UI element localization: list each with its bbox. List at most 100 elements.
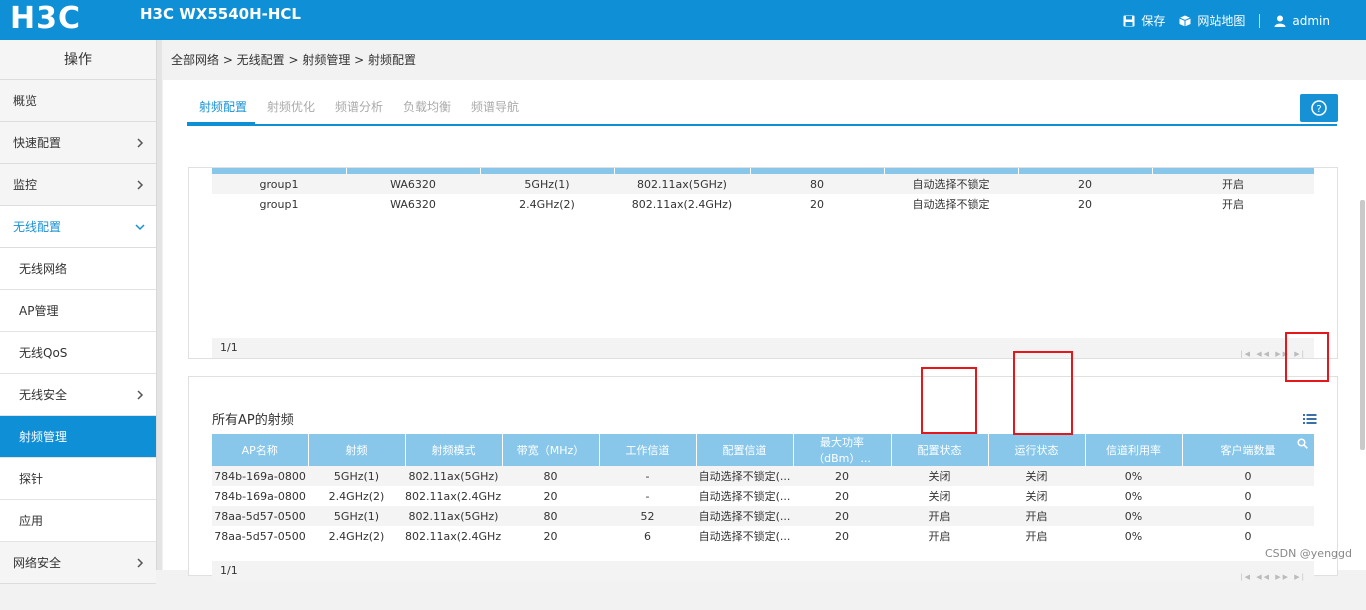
pager-nav-icons[interactable]: |◀ ◀◀ ▶▶ ▶| [1240,567,1306,587]
table-cell: 802.11ax(2.4GHz) [405,486,502,506]
sidebar-item-monitor[interactable]: 监控 [0,164,156,206]
sidebar-item-ap-management[interactable]: AP管理 [0,290,156,332]
user-menu[interactable]: admin [1274,14,1330,28]
list-icon[interactable] [1303,413,1317,425]
sidebar-item-quick-config[interactable]: 快速配置 [0,122,156,164]
sidebar-item-wireless-qos[interactable]: 无线QoS [0,332,156,374]
sidebar-item-probe[interactable]: 探针 [0,458,156,500]
save-button[interactable]: 保存 [1123,12,1165,29]
table-cell: 802.11ax(5GHz) [614,174,750,194]
table-row[interactable]: 78aa-5d57-05002.4GHz(2)802.11ax(2.4GHz) 2… [212,526,1314,546]
table-cell: 78aa-5d57-0500 [212,526,308,546]
sidebar-title: 操作 [0,40,156,80]
tab-bar: 射频配置 射频优化 频谱分析 负载均衡 频谱导航 [187,80,1337,126]
tab-load-balance[interactable]: 负载均衡 [403,98,451,115]
sidebar-scrollbar[interactable] [157,40,162,570]
scrollbar-thumb[interactable] [1360,200,1365,450]
watermark: CSDN @yenggd [1265,547,1352,560]
table-cell: 开启 [1152,174,1314,194]
table-cell: 802.11ax(5GHz) [405,466,502,486]
table-cell: 802.11ax(2.4GHz) [405,526,502,546]
tab-spectrum-analysis[interactable]: 频谱分析 [335,98,383,115]
sidebar-item-network-security[interactable]: 网络安全 [0,542,156,584]
device-name: H3C WX5540H-HCL [140,5,301,23]
table-cell: - [599,466,696,486]
main-content: 全部网络 > 无线配置 > 射频管理 > 射频配置 射频配置 射频优化 频谱分析… [163,40,1366,570]
table-cell: WA6320 [346,174,480,194]
sidebar-item-wireless-network[interactable]: 无线网络 [0,248,156,290]
table-row[interactable]: 784b-169a-08005GHz(1)802.11ax(5GHz)80-自动… [212,466,1314,486]
sidebar-item-overview[interactable]: 概览 [0,80,156,122]
sidebar-item-wireless-security[interactable]: 无线安全 [0,374,156,416]
sidebar-item-label: 应用 [19,514,43,528]
table-row[interactable]: group1WA63202.4GHz(2)802.11ax(2.4GHz)20自… [212,194,1314,214]
content-panel: 射频配置 射频优化 频谱分析 负载均衡 频谱导航 ? group1WA63205… [163,80,1366,570]
column-header[interactable]: 射频 [308,434,405,466]
table-cell: 20 [1018,174,1152,194]
sidebar-item-wireless-config[interactable]: 无线配置 [0,206,156,248]
table-cell: 自动选择不锁定(... [696,526,793,546]
page-scrollbar[interactable] [1359,160,1366,610]
sidebar: 操作 概览 快速配置 监控 无线配置 无线网络 AP管理 无线QoS 无线安全 … [0,40,157,570]
help-button[interactable]: ? [1300,94,1338,122]
table-cell: 0 [1182,526,1314,546]
table-cell: 关闭 [891,466,988,486]
table-cell: 自动选择不锁定(... [696,486,793,506]
column-header[interactable]: 射频模式 [405,434,502,466]
tab-radio-config[interactable]: 射频配置 [199,98,247,115]
table-cell: 自动选择不锁定(... [696,506,793,526]
all-ap-radio-box: 所有AP的射频 AP名称 射频 射频模式 带宽（MHz） 工作信道 配置信道 最… [188,376,1338,576]
table-cell: 20 [793,506,891,526]
table-cell: 关闭 [988,466,1085,486]
save-label: 保存 [1141,12,1165,29]
sidebar-item-application[interactable]: 应用 [0,500,156,542]
chevron-right-icon [134,557,146,569]
column-header[interactable]: 配置信道 [696,434,793,466]
tab-radio-optimize[interactable]: 射频优化 [267,98,315,115]
sidebar-item-label: AP管理 [19,304,58,318]
table-cell: 0% [1085,506,1182,526]
table-cell: 5GHz(1) [480,174,614,194]
sidebar-item-radio-management[interactable]: 射频管理 [0,416,156,458]
table-cell: 自动选择不锁定 [884,194,1018,214]
column-header[interactable]: 带宽（MHz） [502,434,599,466]
sidebar-item-label: 探针 [19,472,43,486]
column-header[interactable]: 配置状态 [891,434,988,466]
table-header-row: AP名称 射频 射频模式 带宽（MHz） 工作信道 配置信道 最大功率（dBm）… [212,434,1314,466]
sitemap-button[interactable]: 网站地图 [1179,12,1245,29]
table-cell: 开启 [891,506,988,526]
help-icon: ? [1300,94,1338,122]
table-row[interactable]: 78aa-5d57-05005GHz(1)802.11ax(5GHz)8052自… [212,506,1314,526]
column-header[interactable]: 客户端数量 [1182,434,1314,466]
sidebar-item-label: 无线配置 [13,220,61,234]
sidebar-item-label: 无线安全 [19,388,67,402]
group-radio-table: group1WA63205GHz(1)802.11ax(5GHz)80自动选择不… [212,168,1315,214]
column-header[interactable]: 工作信道 [599,434,696,466]
column-header[interactable]: 最大功率（dBm）... [793,434,891,466]
table-cell: group1 [212,194,346,214]
user-icon [1274,15,1286,27]
table-cell: 20 [793,526,891,546]
table-cell: 80 [502,506,599,526]
tab-spectrum-nav[interactable]: 频谱导航 [471,98,519,115]
column-header[interactable]: AP名称 [212,434,308,466]
sitemap-label: 网站地图 [1197,12,1245,29]
table-row[interactable]: 784b-169a-08002.4GHz(2)802.11ax(2.4GHz)2… [212,486,1314,506]
chevron-right-icon [134,389,146,401]
highlight-box-list-icon [1285,332,1329,382]
header-divider [1259,14,1260,28]
save-icon [1123,15,1135,27]
sidebar-item-label: 无线QoS [19,346,67,360]
page-indicator: 1/1 [220,341,238,354]
table-cell: 20 [793,466,891,486]
sidebar-item-label: 快速配置 [13,136,61,150]
table-row[interactable]: group1WA63205GHz(1)802.11ax(5GHz)80自动选择不… [212,174,1314,194]
column-header[interactable]: 运行状态 [988,434,1085,466]
table-cell: 6 [599,526,696,546]
table-cell: 关闭 [891,486,988,506]
column-header[interactable]: 信道利用率 [1085,434,1182,466]
table-cell: 80 [750,174,884,194]
table-cell: 0% [1085,526,1182,546]
table-cell: 2.4GHz(2) [308,526,405,546]
search-icon[interactable] [1297,438,1308,449]
